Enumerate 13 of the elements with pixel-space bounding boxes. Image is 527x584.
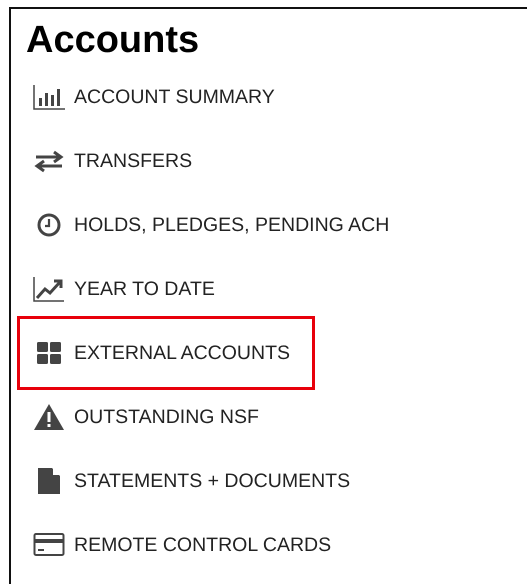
- menu-item[interactable]: REMOTE CONTROL CARDS: [22, 513, 352, 577]
- bar-chart-icon: [33, 83, 65, 111]
- panel-title: Accounts: [25, 18, 200, 63]
- line-chart-icon: [33, 275, 65, 303]
- menu-item[interactable]: ACCOUNT SUMMARY: [22, 65, 295, 129]
- menu-item[interactable]: STATEMENTS + DOCUMENTS: [22, 449, 370, 513]
- menu-item[interactable]: EXTERNAL ACCOUNTS: [22, 321, 310, 385]
- menu-item[interactable]: TRANSFERS: [22, 129, 212, 193]
- menu-item[interactable]: YEAR TO DATE: [22, 257, 235, 321]
- menu-item[interactable]: OUTSTANDING NSF: [22, 385, 279, 449]
- warning-icon: [33, 403, 65, 431]
- menu-item[interactable]: HOLDS, PLEDGES, PENDING ACH: [22, 193, 410, 257]
- credit-card-icon: [33, 531, 65, 559]
